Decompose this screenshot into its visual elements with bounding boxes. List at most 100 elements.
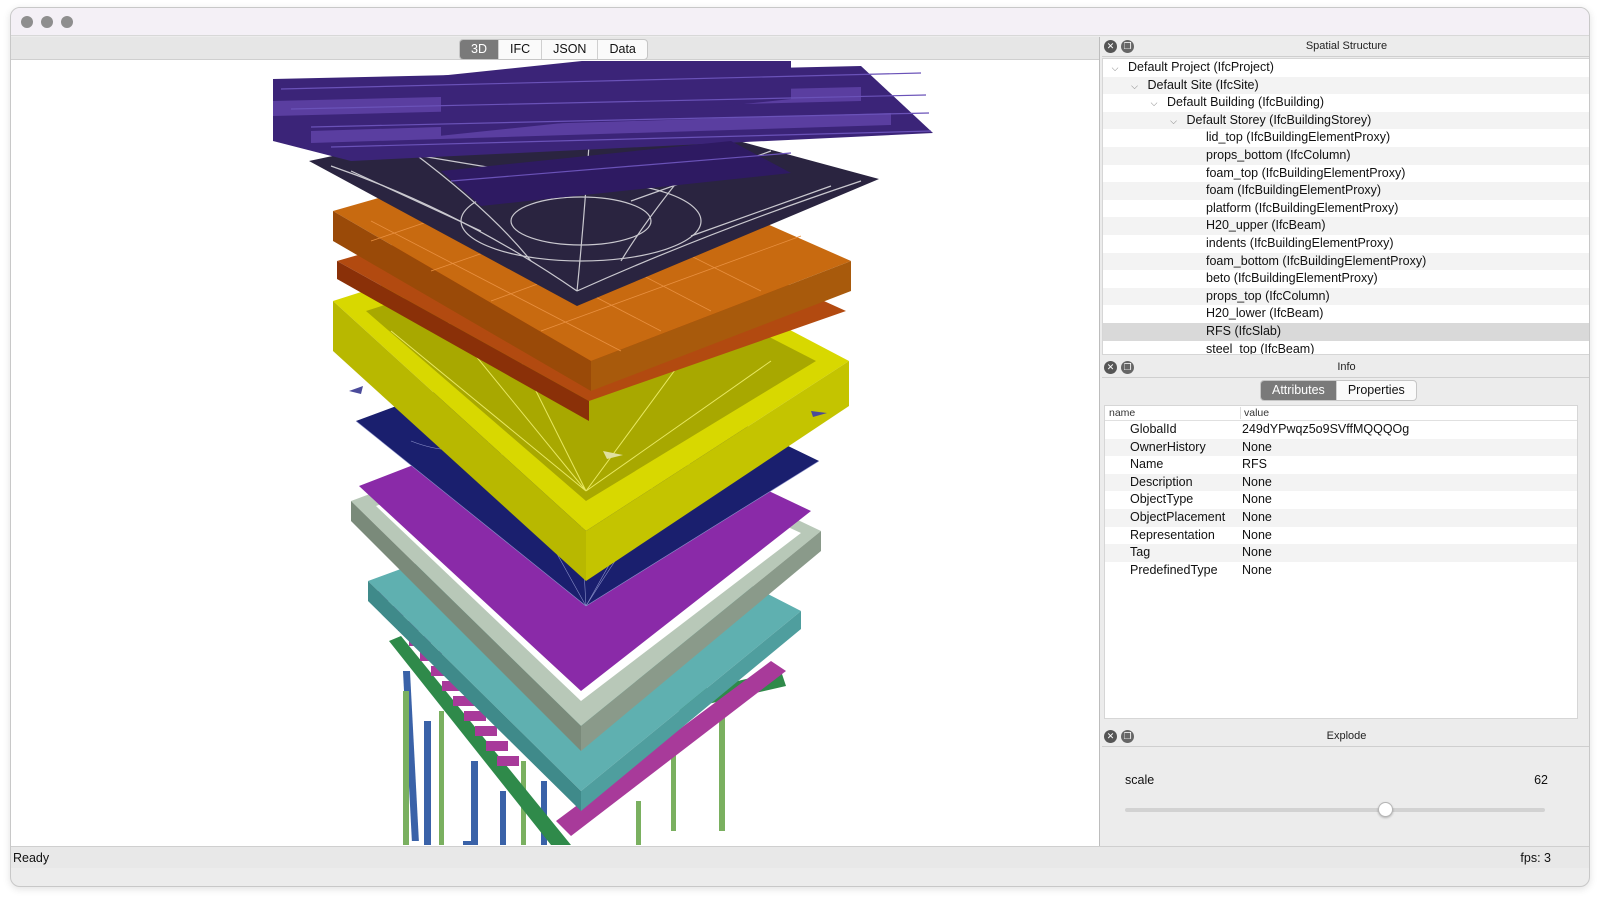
tab-3d[interactable]: 3D	[460, 40, 499, 59]
scale-label: scale	[1125, 773, 1155, 787]
tree-item-label: foam_top (IfcBuildingElementProxy)	[1206, 165, 1406, 180]
tree-item[interactable]: indents (IfcBuildingElementProxy)	[1103, 235, 1589, 253]
tree-item-label: Default Site (IfcSite)	[1147, 77, 1259, 92]
attribute-name: ObjectType	[1130, 492, 1194, 507]
tree-item[interactable]: ⌵ Default Building (IfcBuilding)	[1103, 94, 1589, 113]
table-row[interactable]: Representation None	[1105, 527, 1577, 545]
tab-json[interactable]: JSON	[542, 40, 599, 59]
chevron-down-icon[interactable]: ⌵	[1129, 78, 1141, 96]
panel-title: Explode	[1326, 730, 1367, 742]
attribute-name: Representation	[1130, 527, 1215, 542]
tab-attributes[interactable]: Attributes	[1261, 381, 1337, 400]
info-header: ✕ ❐ Info	[1102, 358, 1589, 378]
viewer-pane: 3D IFC JSON Data	[11, 37, 1100, 868]
table-row[interactable]: Name RFS	[1105, 456, 1577, 474]
table-row[interactable]: PredefinedType None	[1105, 562, 1577, 580]
tree-item-label: RFS (IfcSlab)	[1206, 323, 1282, 338]
attribute-value: None	[1242, 492, 1272, 507]
tree-item-label: Default Project (IfcProject)	[1128, 60, 1274, 74]
table-row[interactable]: GlobalId 249dYPwqz5o9SVffMQQQOg	[1105, 421, 1577, 439]
tree-item[interactable]: ⌵ Default Storey (IfcBuildingStorey)	[1103, 111, 1589, 131]
tree-item-label: beto (IfcBuildingElementProxy)	[1206, 271, 1378, 286]
spatial-structure-panel: ✕ ❐ Spatial Structure ⌵ Default Project (…	[1102, 37, 1589, 357]
scale-slider-handle[interactable]	[1378, 802, 1394, 817]
tree-item[interactable]: steel_top (IfcBeam)	[1103, 341, 1589, 355]
tree-item-label: foam (IfcBuildingElementProxy)	[1206, 183, 1382, 198]
tree-item-label: props_bottom (IfcColumn)	[1206, 147, 1351, 162]
tree-item[interactable]: lid_top (IfcBuildingElementProxy)	[1103, 129, 1589, 147]
attribute-value: RFS	[1242, 457, 1267, 472]
tree-item-label: H20_upper (IfcBeam)	[1206, 218, 1326, 233]
attribute-value: None	[1242, 509, 1272, 524]
tree-item-label: platform (IfcBuildingElementProxy)	[1206, 200, 1399, 215]
explode-header: ✕ ❐ Explode	[1102, 727, 1589, 747]
column-header-name[interactable]: name	[1109, 407, 1135, 419]
tree-item[interactable]: ⌵ Default Site (IfcSite)	[1103, 76, 1589, 96]
tree-item[interactable]: props_top (IfcColumn)	[1103, 287, 1589, 306]
status-bar: Ready fps: 3	[11, 846, 1589, 868]
3d-viewport[interactable]	[11, 61, 1100, 845]
tree-item[interactable]: platform (IfcBuildingElementProxy)	[1103, 200, 1589, 218]
attribute-value: None	[1242, 439, 1272, 454]
table-row[interactable]: ObjectType None	[1105, 491, 1577, 509]
info-tabs: Attributes Properties	[1260, 380, 1417, 401]
attribute-value: None	[1242, 474, 1272, 489]
tree-item[interactable]: foam_bottom (IfcBuildingElementProxy)	[1103, 252, 1589, 271]
tree-item-label: props_top (IfcColumn)	[1206, 288, 1330, 303]
attribute-rows: GlobalId 249dYPwqz5o9SVffMQQQOg OwnerHisto…	[1105, 421, 1577, 579]
attribute-name: Description	[1130, 474, 1193, 489]
tree-item[interactable]: ⌵ Default Project (IfcProject)	[1103, 59, 1589, 78]
attribute-value: None	[1242, 527, 1272, 542]
panel-title: Spatial Structure	[1305, 40, 1388, 52]
attribute-name: OwnerHistory	[1130, 439, 1206, 454]
scale-value: 62	[1534, 773, 1548, 787]
tree-item[interactable]: beto (IfcBuildingElementProxy)	[1103, 270, 1589, 288]
table-row[interactable]: OwnerHistory None	[1105, 438, 1577, 457]
tree-item[interactable]: H20_lower (IfcBeam)	[1103, 305, 1589, 323]
tree-item-label: steel_top (IfcBeam)	[1206, 341, 1315, 355]
table-header: name value	[1105, 406, 1577, 421]
info-panel: ✕ ❐ Info Attributes Properties name value…	[1102, 358, 1589, 726]
chevron-down-icon[interactable]: ⌵	[1168, 113, 1180, 131]
tab-properties[interactable]: Properties	[1337, 381, 1416, 400]
table-row[interactable]: Tag None	[1105, 544, 1577, 562]
tree-item[interactable]: foam_top (IfcBuildingElementProxy)	[1103, 165, 1589, 183]
tree-item-label: Default Building (IfcBuilding)	[1167, 95, 1325, 110]
tab-ifc[interactable]: IFC	[499, 40, 543, 59]
close-window-button[interactable]	[21, 16, 33, 28]
spatial-tree: ⌵ Default Project (IfcProject) ⌵ Default Si…	[1102, 58, 1589, 355]
tab-data[interactable]: Data	[598, 40, 646, 59]
minimize-window-button[interactable]	[41, 16, 53, 28]
exploded-model-render	[273, 61, 933, 845]
attributes-table: name value GlobalId 249dYPwqz5o9SVffMQQQO…	[1104, 405, 1578, 719]
explode-body: scale 62	[1102, 748, 1589, 848]
column-header-value[interactable]: value	[1240, 407, 1269, 419]
tree-item-label: foam_bottom (IfcBuildingElementProxy)	[1206, 253, 1427, 268]
attribute-name: ObjectPlacement	[1130, 509, 1226, 524]
table-row[interactable]: Description None	[1105, 473, 1577, 492]
tree-item[interactable]: props_bottom (IfcColumn)	[1103, 146, 1589, 165]
tree-item-label: Default Storey (IfcBuildingStorey)	[1186, 112, 1372, 127]
attribute-name: PredefinedType	[1130, 562, 1218, 577]
tree-item[interactable]: foam (IfcBuildingElementProxy)	[1103, 182, 1589, 200]
viewer-tabs: 3D IFC JSON Data	[459, 39, 648, 60]
table-row[interactable]: ObjectPlacement None	[1105, 508, 1577, 527]
attribute-value: None	[1242, 562, 1272, 577]
attribute-name: Name	[1130, 457, 1164, 472]
tree-item-label: H20_lower (IfcBeam)	[1206, 306, 1324, 321]
tree-item[interactable]: RFS (IfcSlab)	[1103, 322, 1589, 341]
tree-item-label: lid_top (IfcBuildingElementProxy)	[1206, 130, 1391, 145]
attribute-value: 249dYPwqz5o9SVffMQQQOg	[1242, 422, 1410, 436]
spatial-structure-header: ✕ ❐ Spatial Structure	[1102, 37, 1589, 57]
explode-panel: ✕ ❐ Explode scale 62	[1102, 727, 1589, 848]
chevron-down-icon[interactable]: ⌵	[1109, 60, 1121, 78]
panel-title: Info	[1337, 361, 1356, 373]
fps-counter: fps: 3	[1520, 851, 1551, 865]
attribute-name: GlobalId	[1130, 422, 1177, 436]
scale-slider[interactable]	[1125, 802, 1545, 817]
viewer-tab-bar: 3D IFC JSON Data	[11, 37, 1099, 60]
tree-item[interactable]: H20_upper (IfcBeam)	[1103, 217, 1589, 235]
chevron-down-icon[interactable]: ⌵	[1148, 95, 1160, 113]
tree-item-label: indents (IfcBuildingElementProxy)	[1206, 235, 1394, 250]
maximize-window-button[interactable]	[61, 16, 73, 28]
